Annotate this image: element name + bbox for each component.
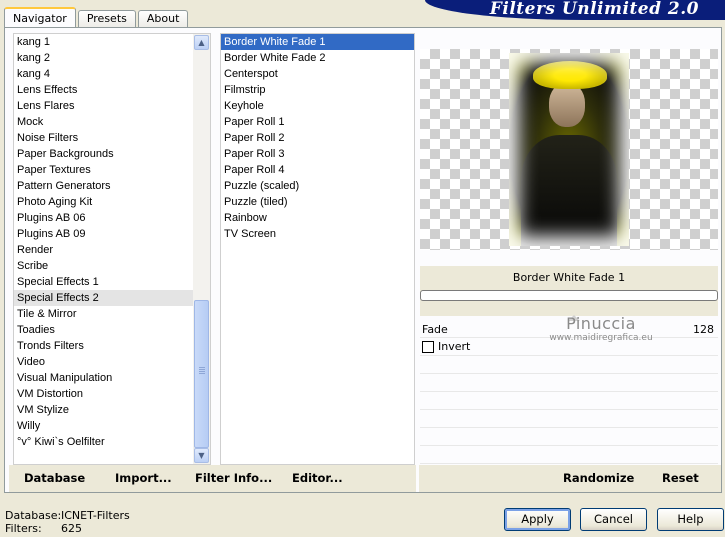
param-row-empty — [420, 374, 718, 392]
category-item[interactable]: Mock — [14, 114, 210, 130]
category-item[interactable]: Tronds Filters — [14, 338, 210, 354]
database-label: Database: — [5, 509, 62, 522]
tab-strip: Navigator Presets About — [4, 6, 190, 28]
category-scrollbar[interactable]: ▲ ▼ — [193, 34, 210, 464]
param-row-empty — [420, 410, 718, 428]
filter-item[interactable]: Border White Fade 1 — [221, 34, 414, 50]
filter-item[interactable]: Centerspot — [221, 66, 414, 82]
filter-item[interactable]: Rainbow — [221, 210, 414, 226]
category-list[interactable]: kang 1 kang 2 kang 4 Lens Effects Lens Flare… — [13, 33, 211, 465]
filter-list[interactable]: Border White Fade 1 Border White Fade 2 Ce… — [220, 33, 415, 465]
category-item[interactable]: Visual Manipulation — [14, 370, 210, 386]
filters-count-label: Filters: — [5, 522, 42, 535]
category-item[interactable]: Render — [14, 242, 210, 258]
category-item[interactable]: Noise Filters — [14, 130, 210, 146]
category-item[interactable]: Pattern Generators — [14, 178, 210, 194]
photo-fade-border — [509, 53, 629, 246]
filter-item[interactable]: Paper Roll 1 — [221, 114, 414, 130]
param-row-empty — [420, 428, 718, 446]
category-item[interactable]: kang 4 — [14, 66, 210, 82]
apply-button[interactable]: Apply — [504, 508, 571, 531]
invert-row: Invert — [420, 338, 718, 356]
filter-info-button[interactable]: Filter Info... — [195, 471, 272, 485]
filter-rows: Border White Fade 1 Border White Fade 2 Ce… — [221, 34, 414, 242]
category-item[interactable]: Paper Backgrounds — [14, 146, 210, 162]
filter-item[interactable]: Border White Fade 2 — [221, 50, 414, 66]
fade-label: Fade — [422, 323, 448, 336]
category-item[interactable]: VM Stylize — [14, 402, 210, 418]
filter-item[interactable]: Paper Roll 3 — [221, 146, 414, 162]
database-value: ICNET-Filters — [61, 509, 130, 522]
category-item[interactable]: Plugins AB 06 — [14, 210, 210, 226]
category-item[interactable]: VM Distortion — [14, 386, 210, 402]
list-action-bar: Database Import... Filter Info... Editor… — [9, 465, 416, 492]
param-row-empty — [420, 392, 718, 410]
category-item[interactable]: Lens Flares — [14, 98, 210, 114]
category-item[interactable]: kang 2 — [14, 50, 210, 66]
scroll-thumb[interactable] — [194, 300, 209, 448]
filter-item[interactable]: TV Screen — [221, 226, 414, 242]
filter-item[interactable]: Filmstrip — [221, 82, 414, 98]
fade-value: 128 — [693, 323, 714, 336]
filter-item[interactable]: Paper Roll 2 — [221, 130, 414, 146]
invert-checkbox[interactable] — [422, 341, 434, 353]
grip-icon — [199, 367, 205, 375]
category-item[interactable]: Paper Textures — [14, 162, 210, 178]
category-rows: kang 1 kang 2 kang 4 Lens Effects Lens Flare… — [14, 34, 210, 450]
category-item[interactable]: Willy — [14, 418, 210, 434]
reset-button[interactable]: Reset — [662, 471, 699, 485]
database-info: Database:ICNET-Filters Filters: 625 — [5, 509, 130, 535]
randomize-button[interactable]: Randomize — [563, 471, 634, 485]
slider-marker-icon — [568, 315, 580, 321]
tab-navigator[interactable]: Navigator — [4, 7, 76, 28]
filter-item[interactable]: Paper Roll 4 — [221, 162, 414, 178]
filter-item[interactable]: Puzzle (tiled) — [221, 194, 414, 210]
param-row-empty — [420, 446, 718, 464]
fade-slider[interactable]: Fade 128 — [420, 315, 718, 338]
category-item[interactable]: Scribe — [14, 258, 210, 274]
import-button[interactable]: Import... — [115, 471, 172, 485]
param-row-empty — [420, 356, 718, 374]
category-item[interactable]: Special Effects 1 — [14, 274, 210, 290]
database-button[interactable]: Database — [24, 471, 85, 485]
invert-label: Invert — [438, 340, 471, 353]
category-item[interactable]: Tile & Mirror — [14, 306, 210, 322]
preview-canvas[interactable] — [420, 49, 718, 250]
category-item[interactable]: Plugins AB 09 — [14, 226, 210, 242]
help-button[interactable]: Help — [657, 508, 724, 531]
category-item[interactable]: kang 1 — [14, 34, 210, 50]
tab-about[interactable]: About — [137, 10, 189, 28]
category-item[interactable]: Lens Effects — [14, 82, 210, 98]
preset-action-bar: Randomize Reset — [419, 465, 721, 492]
filter-item[interactable]: Keyhole — [221, 98, 414, 114]
filters-count-value: 625 — [61, 522, 82, 535]
current-filter-title: Border White Fade 1 — [512, 271, 626, 284]
tab-presets[interactable]: Presets — [77, 10, 136, 28]
scroll-up-icon[interactable]: ▲ — [194, 35, 209, 50]
category-item[interactable]: Photo Aging Kit — [14, 194, 210, 210]
category-item[interactable]: Video — [14, 354, 210, 370]
category-item[interactable]: Toadies — [14, 322, 210, 338]
brand-banner: Filters Unlimited 2.0 — [425, 0, 725, 20]
preview-image — [509, 53, 629, 246]
filter-item[interactable]: Puzzle (scaled) — [221, 178, 414, 194]
brand-title: Filters Unlimited 2.0 — [489, 0, 699, 19]
progress-bar — [420, 290, 718, 301]
main-panel: kang 1 kang 2 kang 4 Lens Effects Lens Flare… — [4, 27, 722, 493]
category-item[interactable]: Special Effects 2 — [14, 290, 210, 306]
scroll-down-icon[interactable]: ▼ — [194, 448, 209, 463]
category-item[interactable]: °v° Kiwi`s Oelfilter — [14, 434, 210, 450]
cancel-button[interactable]: Cancel — [580, 508, 647, 531]
parameter-area: Fade 128 Invert — [420, 315, 718, 465]
editor-button[interactable]: Editor... — [292, 471, 343, 485]
